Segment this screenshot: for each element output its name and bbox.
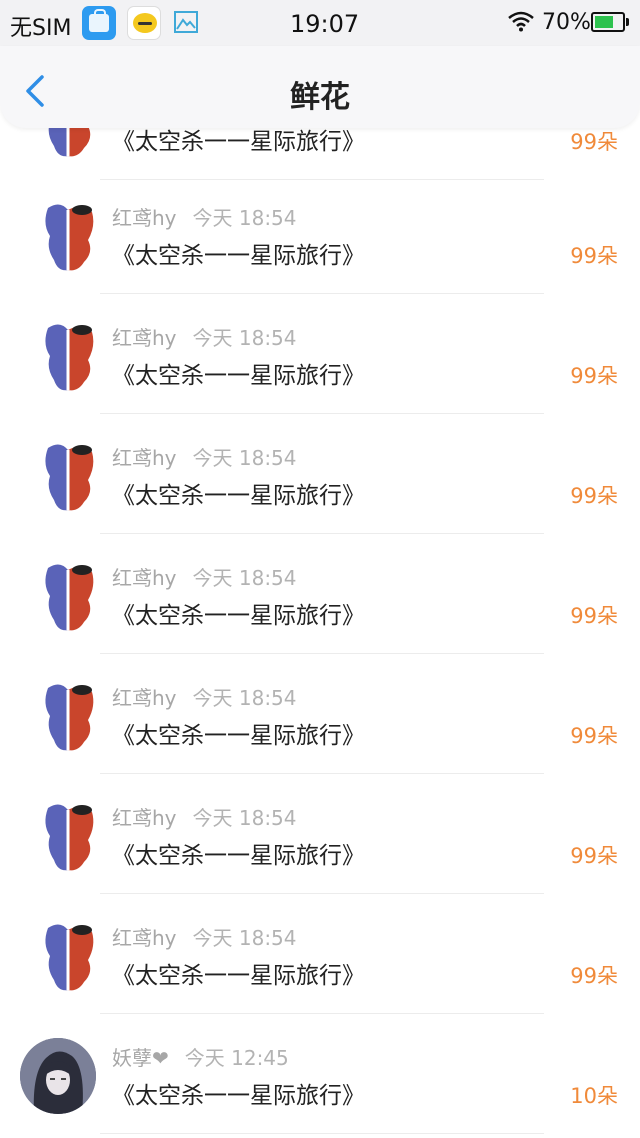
flower-count: 99朵 <box>570 844 618 868</box>
flower-count: 99朵 <box>570 130 618 154</box>
gift-name: 《太空杀一一星际旅行》 <box>112 243 365 269</box>
clock: 19:07 <box>290 10 360 38</box>
gift-name: 《太空杀一一星际旅行》 <box>112 1083 365 1109</box>
avatar[interactable] <box>38 800 98 876</box>
battery-icon <box>591 12 629 32</box>
sender-meta: 红鸢hy 今天 18:54 <box>112 562 297 591</box>
gift-name: 《太空杀一一星际旅行》 <box>112 843 365 869</box>
flower-count: 10朵 <box>570 1084 618 1108</box>
carrier-label: 无SIM <box>10 16 72 41</box>
avatar[interactable] <box>38 200 98 276</box>
sender-meta: 红鸢hy 今天 18:54 <box>112 682 297 711</box>
flower-count: 99朵 <box>570 484 618 508</box>
sender-name[interactable]: 红鸢hy <box>112 686 177 710</box>
send-time: 今天 18:54 <box>192 566 297 590</box>
list-item[interactable]: 红鸢hy 今天 18:54 《太空杀一一星际旅行》 99朵 <box>0 894 640 1014</box>
flower-count: 99朵 <box>570 604 618 628</box>
gallery-icon <box>174 11 198 33</box>
sender-name[interactable]: 红鸢hy <box>112 446 177 470</box>
sender-name[interactable]: 妖孽❤ <box>112 1046 169 1070</box>
sender-meta: 妖孽❤ 今天 12:45 <box>112 1042 289 1071</box>
gift-name: 《太空杀一一星际旅行》 <box>112 363 365 389</box>
send-time: 今天 18:54 <box>192 206 297 230</box>
nav-header: 鲜花 <box>0 46 640 128</box>
vivo-appstore-icon <box>82 6 116 40</box>
sender-name[interactable]: 红鸢hy <box>112 326 177 350</box>
flower-count: 99朵 <box>570 244 618 268</box>
list-item[interactable]: 红鸢hy 今天 18:54 《太空杀一一星际旅行》 99朵 <box>0 774 640 894</box>
send-time: 今天 18:54 <box>192 326 297 350</box>
sender-name[interactable]: 红鸢hy <box>112 806 177 830</box>
send-time: 今天 18:54 <box>192 446 297 470</box>
qq-icon <box>127 6 161 40</box>
status-bar: 无SIM 19:07 70% <box>0 0 640 46</box>
list-item[interactable]: 红鸢hy 今天 18:54 《太空杀一一星际旅行》 99朵 <box>0 174 640 294</box>
send-time: 今天 12:45 <box>184 1046 289 1070</box>
avatar[interactable] <box>38 440 98 516</box>
battery-percent: 70% <box>542 10 591 35</box>
sender-meta: 红鸢hy 今天 18:54 <box>112 802 297 831</box>
list-item[interactable]: 妖孽❤ 今天 12:45 《太空杀一一星际旅行》 10朵 <box>0 1014 640 1134</box>
page-title: 鲜花 <box>290 80 350 115</box>
sender-name[interactable]: 红鸢hy <box>112 926 177 950</box>
gift-name: 《太空杀一一星际旅行》 <box>112 483 365 509</box>
send-time: 今天 18:54 <box>192 926 297 950</box>
flower-count: 99朵 <box>570 364 618 388</box>
list-item[interactable]: 红鸢hy 今天 18:54 《太空杀一一星际旅行》 99朵 <box>0 294 640 414</box>
app-screen: 《太空杀一一星际旅行》 99朵 红鸢hy 今天 18:54 《太空杀一一星际旅行》… <box>0 0 640 1138</box>
sender-meta: 红鸢hy 今天 18:54 <box>112 442 297 471</box>
list-item[interactable]: 红鸢hy 今天 18:54 《太空杀一一星际旅行》 99朵 <box>0 654 640 774</box>
avatar[interactable] <box>38 680 98 756</box>
battery-fill <box>595 16 613 28</box>
sender-meta: 红鸢hy 今天 18:54 <box>112 922 297 951</box>
send-time: 今天 18:54 <box>192 806 297 830</box>
sender-meta: 红鸢hy 今天 18:54 <box>112 322 297 351</box>
sender-meta: 红鸢hy 今天 18:54 <box>112 202 297 231</box>
avatar[interactable] <box>38 320 98 396</box>
gift-name: 《太空杀一一星际旅行》 <box>112 603 365 629</box>
gift-name: 《太空杀一一星际旅行》 <box>112 963 365 989</box>
list-item[interactable]: 红鸢hy 今天 18:54 《太空杀一一星际旅行》 99朵 <box>0 534 640 654</box>
avatar[interactable] <box>38 560 98 636</box>
sender-name[interactable]: 红鸢hy <box>112 566 177 590</box>
list-item[interactable]: 红鸢hy 今天 18:54 《太空杀一一星际旅行》 99朵 <box>0 414 640 534</box>
flower-list[interactable]: 《太空杀一一星际旅行》 99朵 红鸢hy 今天 18:54 《太空杀一一星际旅行》… <box>0 0 640 1138</box>
avatar[interactable] <box>20 1038 96 1114</box>
wifi-icon <box>508 11 534 32</box>
send-time: 今天 18:54 <box>192 686 297 710</box>
flower-count: 99朵 <box>570 964 618 988</box>
gift-name: 《太空杀一一星际旅行》 <box>112 723 365 749</box>
flower-count: 99朵 <box>570 724 618 748</box>
avatar[interactable] <box>38 920 98 996</box>
divider <box>100 1133 544 1134</box>
sender-name[interactable]: 红鸢hy <box>112 206 177 230</box>
